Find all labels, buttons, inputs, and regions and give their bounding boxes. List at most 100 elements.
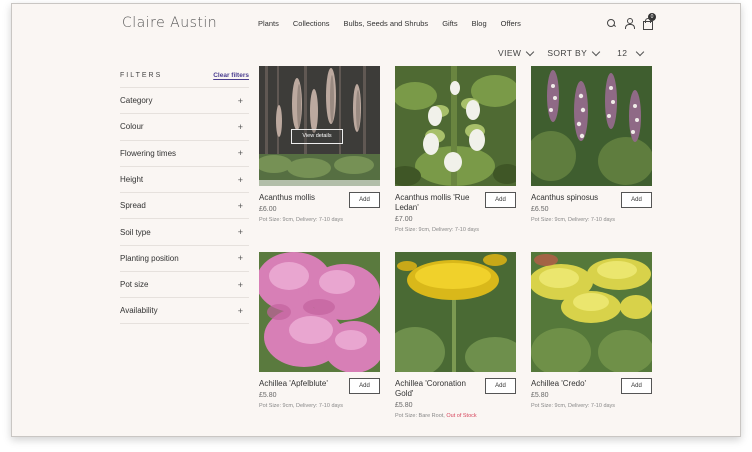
plus-icon: + — [237, 95, 243, 106]
acanthus-spinosus-photo — [531, 66, 652, 186]
product-card: Acanthus mollis 'Rue Ledan' £7.00 Pot Si… — [395, 66, 516, 233]
cart-icon[interactable]: 0 — [642, 13, 656, 30]
filter-label: Pot size — [120, 280, 149, 290]
chevron-down-icon — [591, 47, 601, 56]
product-card: Acanthus spinosus £6.50 Pot Size: 9cm, D… — [531, 66, 652, 223]
filter-category[interactable]: Category + — [120, 87, 249, 113]
product-name[interactable]: Achillea 'Apfelblute' — [259, 379, 343, 389]
plus-icon: + — [237, 227, 243, 238]
plus-icon: + — [237, 279, 243, 290]
product-info: Acanthus mollis 'Rue Ledan' £7.00 Pot Si… — [395, 192, 516, 233]
product-image[interactable] — [259, 252, 380, 372]
plus-icon: + — [237, 305, 243, 316]
product-name[interactable]: Acanthus mollis — [259, 193, 343, 203]
product-price: £5.80 — [395, 402, 413, 409]
product-card: Achillea 'Credo' £5.80 Pot Size: 9cm, De… — [531, 252, 652, 409]
product-card: Achillea 'Coronation Gold' £5.80 Pot Siz… — [395, 252, 516, 419]
add-to-cart-button[interactable]: Add — [621, 378, 652, 394]
plus-icon: + — [237, 174, 243, 185]
add-to-cart-button[interactable]: Add — [349, 192, 380, 208]
filters-header: FILTERS Clear filters — [120, 68, 249, 82]
per-page-value: 12 — [617, 48, 628, 58]
filter-label: Colour — [120, 122, 144, 132]
add-to-cart-button[interactable]: Add — [485, 192, 516, 208]
filter-spread[interactable]: Spread + — [120, 192, 249, 218]
product-name[interactable]: Acanthus spinosus — [531, 193, 615, 203]
filter-soil-type[interactable]: Soil type + — [120, 218, 249, 244]
acanthus-rue-ledan-photo — [395, 66, 516, 186]
product-info: Achillea 'Apfelblute' £5.80 Pot Size: 9c… — [259, 378, 380, 409]
nav-item-collections[interactable]: Collections — [293, 19, 330, 28]
view-label: VIEW — [498, 48, 522, 58]
sort-by-label: SORT BY — [547, 48, 588, 58]
filter-availability[interactable]: Availability + — [120, 297, 249, 324]
product-image[interactable]: View details — [259, 66, 380, 186]
product-info: Achillea 'Coronation Gold' £5.80 Pot Siz… — [395, 378, 516, 419]
product-image[interactable] — [531, 252, 652, 372]
filter-label: Height — [120, 175, 144, 185]
filter-label: Category — [120, 96, 153, 106]
nav-item-bulbs-seeds-shrubs[interactable]: Bulbs, Seeds and Shrubs — [344, 19, 429, 28]
out-of-stock-label: Out of Stock — [446, 413, 477, 419]
nav-item-gifts[interactable]: Gifts — [442, 19, 457, 28]
chevron-down-icon — [636, 47, 645, 56]
filter-label: Planting position — [120, 253, 179, 263]
filter-label: Availability — [120, 306, 158, 316]
filter-label: Flowering times — [120, 148, 177, 158]
image-hover-overlay — [259, 66, 380, 186]
product-meta-text: Pot Size: 9cm, Delivery: 7-10 days — [395, 227, 480, 233]
product-card: View details Acanthus mollis £6.00 Pot S… — [259, 66, 380, 223]
filter-flowering-times[interactable]: Flowering times + — [120, 139, 249, 166]
nav-item-plants[interactable]: Plants — [258, 19, 279, 28]
product-meta-text: Pot Size: 9cm, Delivery: 7-10 days — [259, 217, 344, 223]
product-info: Acanthus spinosus £6.50 Pot Size: 9cm, D… — [531, 192, 652, 223]
filters-title: FILTERS — [120, 71, 163, 79]
plus-icon: + — [237, 253, 243, 264]
add-to-cart-button[interactable]: Add — [621, 192, 652, 208]
product-image[interactable] — [395, 252, 516, 372]
nav-item-offers[interactable]: Offers — [501, 19, 521, 28]
clear-filters-link[interactable]: Clear filters — [213, 72, 249, 79]
filter-height[interactable]: Height + — [120, 165, 249, 192]
view-details-button[interactable]: View details — [291, 129, 343, 144]
product-name[interactable]: Achillea 'Coronation Gold' — [395, 379, 479, 399]
brand-logo[interactable]: Claire Austin — [122, 15, 217, 31]
product-image[interactable] — [395, 66, 516, 186]
search-icon[interactable] — [606, 18, 616, 28]
achillea-coronation-gold-photo — [395, 252, 516, 372]
achillea-credo-photo — [531, 252, 652, 372]
product-image[interactable] — [531, 66, 652, 186]
add-to-cart-button[interactable]: Add — [349, 378, 380, 394]
sort-by-dropdown[interactable]: SORT BY — [547, 47, 601, 58]
product-meta: Pot Size: 9cm, Delivery: 7-10 days — [259, 403, 380, 409]
view-dropdown[interactable]: VIEW — [498, 47, 535, 58]
product-meta: Pot Size: 9cm, Delivery: 7-10 days — [395, 227, 516, 233]
add-to-cart-button[interactable]: Add — [485, 378, 516, 394]
product-name[interactable]: Acanthus mollis 'Rue Ledan' — [395, 193, 479, 213]
site-header: Claire Austin Plants Collections Bulbs, … — [12, 4, 740, 44]
listing-controls: VIEW SORT BY 12 — [498, 47, 657, 58]
product-meta: Pot Size: 9cm, Delivery: 7-10 days — [259, 217, 380, 223]
filter-pot-size[interactable]: Pot size + — [120, 271, 249, 297]
filters-sidebar: FILTERS Clear filters Category + Colour + … — [120, 68, 249, 324]
product-meta: Pot Size: 9cm, Delivery: 7-10 days — [531, 403, 652, 409]
filter-label: Spread — [120, 201, 146, 211]
product-info: Achillea 'Credo' £5.80 Pot Size: 9cm, De… — [531, 378, 652, 409]
cart-count-badge: 0 — [648, 13, 656, 21]
product-meta-text: Pot Size: 9cm, Delivery: 7-10 days — [259, 403, 344, 409]
filter-label: Soil type — [120, 227, 151, 237]
image-hover-strip — [259, 180, 380, 186]
achillea-apfelblute-photo — [259, 252, 380, 372]
product-info: Acanthus mollis £6.00 Pot Size: 9cm, Del… — [259, 192, 380, 223]
main-nav: Plants Collections Bulbs, Seeds and Shru… — [258, 19, 535, 28]
plus-icon: + — [237, 121, 243, 132]
per-page-dropdown[interactable]: 12 — [617, 47, 645, 58]
account-icon[interactable] — [624, 18, 635, 29]
filter-planting-position[interactable]: Planting position + — [120, 244, 249, 271]
nav-item-blog[interactable]: Blog — [472, 19, 487, 28]
plus-icon: + — [237, 200, 243, 211]
product-name[interactable]: Achillea 'Credo' — [531, 379, 615, 389]
header-actions: 0 — [606, 13, 656, 30]
browser-page: Claire Austin Plants Collections Bulbs, … — [11, 3, 741, 437]
filter-colour[interactable]: Colour + — [120, 113, 249, 139]
